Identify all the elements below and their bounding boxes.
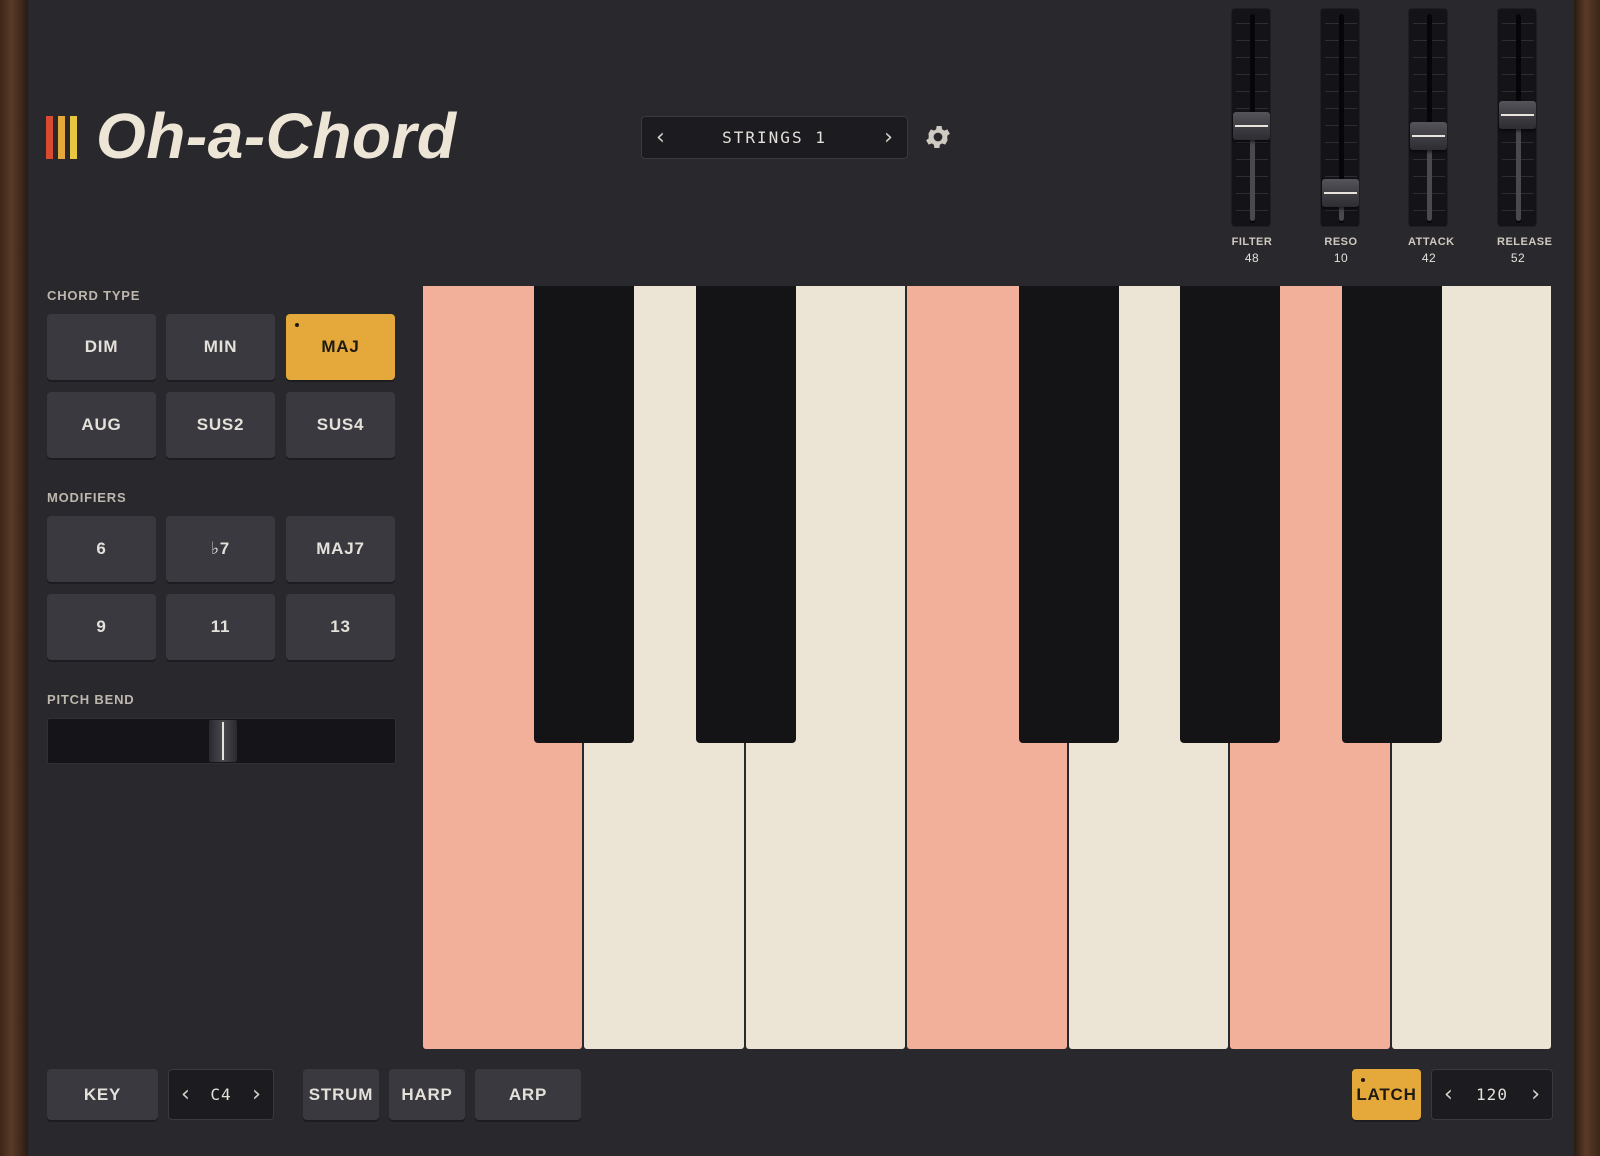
modifier-button-label: ♭7 <box>210 539 231 558</box>
chord-button-label: SUS2 <box>196 415 245 434</box>
latch-button[interactable]: LATCH <box>1352 1069 1421 1120</box>
chord-button-sus2[interactable]: SUS2 <box>166 392 275 458</box>
fader-handle[interactable] <box>1233 112 1270 140</box>
chevron-left-icon[interactable]: ‹ <box>1444 1083 1453 1106</box>
fader-value: 52 <box>1510 251 1526 265</box>
logo-bar-orange <box>58 116 65 159</box>
latch-indicator-led <box>1361 1078 1365 1082</box>
chevron-right-icon[interactable]: › <box>1531 1083 1540 1106</box>
fader-track[interactable] <box>1408 8 1448 227</box>
modifier-button-6[interactable]: 6 <box>47 516 156 582</box>
black-key[interactable] <box>1180 286 1281 743</box>
fader-track[interactable] <box>1231 8 1271 227</box>
chord-button-label: MIN <box>203 337 238 356</box>
modifier-button-13[interactable]: 13 <box>286 594 395 660</box>
fader-handle[interactable] <box>1322 179 1359 207</box>
fader-label: FILTER <box>1231 236 1273 248</box>
fader-value: 10 <box>1333 251 1349 265</box>
wood-side-right <box>1574 0 1600 1156</box>
octave-value: C4 <box>210 1085 232 1104</box>
modifier-button-11[interactable]: 11 <box>166 594 275 660</box>
modifier-button-maj7[interactable]: MAJ7 <box>286 516 395 582</box>
modifier-button-9[interactable]: 9 <box>47 594 156 660</box>
modifier-button-flat7[interactable]: ♭7 <box>166 516 275 582</box>
chord-button-min[interactable]: MIN <box>166 314 275 380</box>
fader-label: RELEASE <box>1497 236 1553 248</box>
fader-handle[interactable] <box>1410 122 1447 150</box>
strum-button[interactable]: STRUM <box>303 1069 379 1120</box>
wood-side-left <box>0 0 28 1156</box>
fader-value: 48 <box>1244 251 1260 265</box>
modifier-button-label: MAJ7 <box>316 539 365 558</box>
chord-button-label: SUS4 <box>316 415 365 434</box>
preset-name: STRINGS 1 <box>722 128 827 147</box>
pitch-bend-handle[interactable] <box>208 720 237 762</box>
fader-track[interactable] <box>1320 8 1360 227</box>
pitch-bend-label: PITCH BEND <box>47 692 135 707</box>
modifier-button-label: 6 <box>96 539 107 558</box>
fader-value: 42 <box>1421 251 1437 265</box>
modifiers-label: MODIFIERS <box>47 490 127 505</box>
fader-reso: RESO 10 <box>1320 8 1362 265</box>
chord-button-sus4[interactable]: SUS4 <box>286 392 395 458</box>
fader-label: RESO <box>1324 236 1358 248</box>
piano-keyboard <box>423 286 1553 1049</box>
arp-button[interactable]: ARP <box>475 1069 581 1120</box>
fader-attack: ATTACK 42 <box>1408 8 1455 265</box>
chevron-right-icon[interactable]: › <box>884 126 893 149</box>
active-indicator-led <box>295 323 299 327</box>
modifier-button-label: 9 <box>96 617 107 636</box>
fader-handle[interactable] <box>1499 101 1536 129</box>
logo-bar-yellow <box>70 116 77 159</box>
black-key[interactable] <box>1018 286 1119 743</box>
gear-icon[interactable] <box>923 122 953 152</box>
preset-selector: ‹ STRINGS 1 › <box>641 116 908 159</box>
chord-button-aug[interactable]: AUG <box>47 392 156 458</box>
logo-bar-red <box>46 116 53 159</box>
chord-button-label: DIM <box>84 337 119 356</box>
chord-type-label: CHORD TYPE <box>47 288 141 303</box>
modifier-button-label: 11 <box>210 617 231 636</box>
black-key[interactable] <box>1341 286 1442 743</box>
fader-filter: FILTER 48 <box>1231 8 1273 265</box>
black-key[interactable] <box>695 286 796 743</box>
tempo-stepper: ‹ 120 › <box>1431 1069 1553 1120</box>
key-button[interactable]: KEY <box>47 1069 158 1120</box>
fader-label: ATTACK <box>1408 236 1455 248</box>
app-title: Oh-a-Chord <box>96 100 457 172</box>
logo-mark <box>46 116 77 159</box>
latch-label: LATCH <box>1356 1084 1417 1104</box>
chord-button-label: AUG <box>81 415 122 434</box>
chevron-left-icon[interactable]: ‹ <box>181 1083 190 1106</box>
octave-stepper: ‹ C4 › <box>168 1069 274 1120</box>
harp-button[interactable]: HARP <box>389 1069 465 1120</box>
pitch-bend-slider[interactable] <box>47 718 396 764</box>
modifier-button-label: 13 <box>330 617 351 636</box>
chord-button-dim[interactable]: DIM <box>47 314 156 380</box>
fader-track[interactable] <box>1497 8 1537 227</box>
chord-button-label: MAJ <box>321 337 360 356</box>
black-key[interactable] <box>534 286 635 743</box>
chevron-left-icon[interactable]: ‹ <box>656 126 665 149</box>
tempo-value: 120 <box>1476 1085 1508 1104</box>
chord-button-maj[interactable]: MAJ <box>286 314 395 380</box>
chevron-right-icon[interactable]: › <box>252 1083 261 1106</box>
fader-release: RELEASE 52 <box>1497 8 1553 265</box>
